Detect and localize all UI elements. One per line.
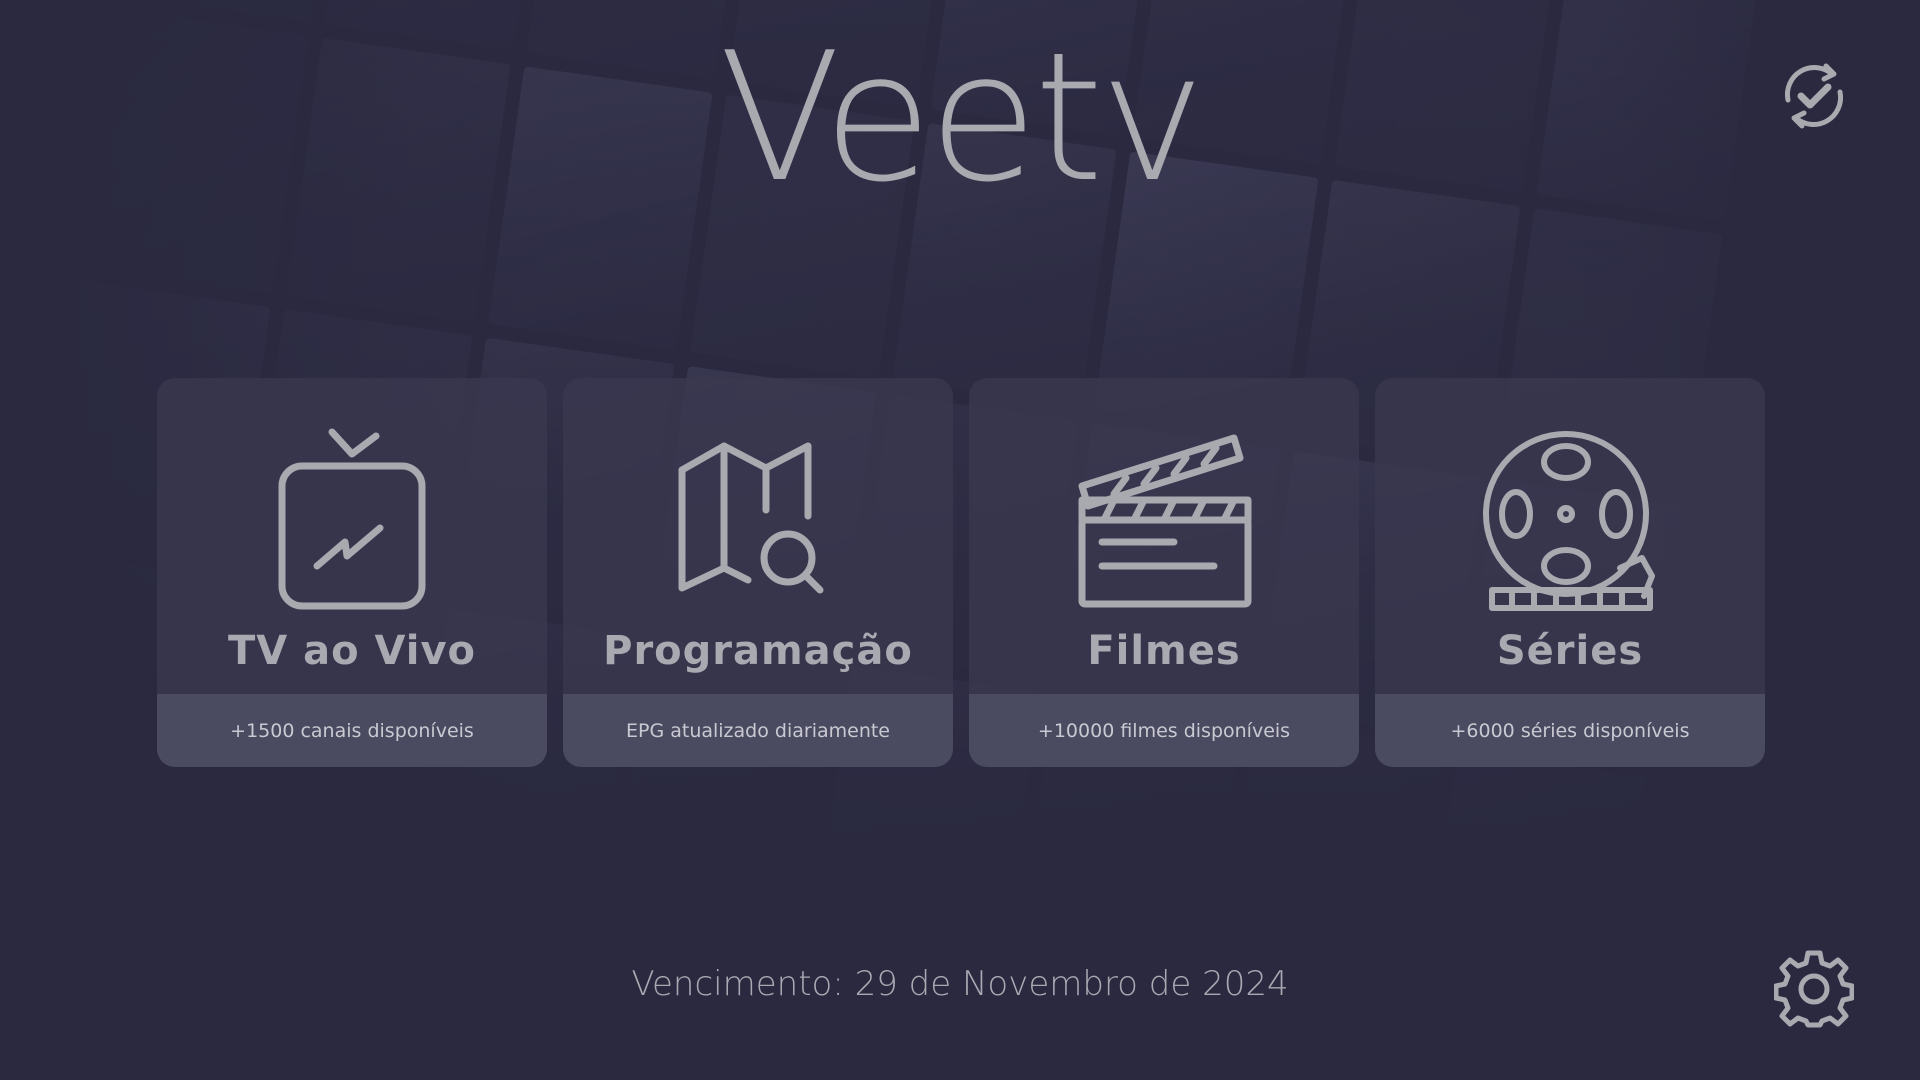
card-footer: EPG atualizado diariamente [563, 694, 953, 767]
map-search-icon [678, 442, 824, 594]
film-reel-icon [1483, 431, 1655, 611]
expiry-date-label: Vencimento: 29 de Novembro de 2024 [631, 964, 1289, 1004]
clapperboard-icon [1078, 434, 1252, 608]
home-screen: Veetv TV ao Vivo +1500 canais disponívei… [0, 0, 1920, 1080]
settings-button[interactable] [1772, 947, 1856, 1031]
tv-icon [278, 428, 426, 610]
card-footer: +1500 canais disponíveis [157, 694, 547, 767]
card-live-tv[interactable]: TV ao Vivo +1500 canais disponíveis [157, 378, 547, 767]
card-subtitle: +6000 séries disponíveis [1450, 719, 1690, 742]
gear-icon [1774, 950, 1854, 1028]
card-title: TV ao Vivo [227, 628, 477, 674]
app-logo: Veetv [718, 14, 1205, 221]
card-title: Filmes [1087, 628, 1241, 674]
card-subtitle: +10000 filmes disponíveis [1037, 719, 1291, 742]
menu-cards: TV ao Vivo +1500 canais disponíveis Prog… [157, 378, 1765, 767]
card-subtitle: +1500 canais disponíveis [230, 719, 474, 742]
card-series[interactable]: Séries +6000 séries disponíveis [1375, 378, 1765, 767]
card-programacao[interactable]: Programação EPG atualizado diariamente [563, 378, 953, 767]
sync-check-icon [1784, 63, 1844, 129]
card-title: Programação [603, 628, 913, 674]
card-footer: +6000 séries disponíveis [1375, 694, 1765, 767]
card-filmes[interactable]: Filmes +10000 filmes disponíveis [969, 378, 1359, 767]
card-title: Séries [1496, 628, 1644, 674]
sync-button[interactable] [1772, 54, 1856, 138]
card-subtitle: EPG atualizado diariamente [626, 719, 890, 742]
card-footer: +10000 filmes disponíveis [969, 694, 1359, 767]
